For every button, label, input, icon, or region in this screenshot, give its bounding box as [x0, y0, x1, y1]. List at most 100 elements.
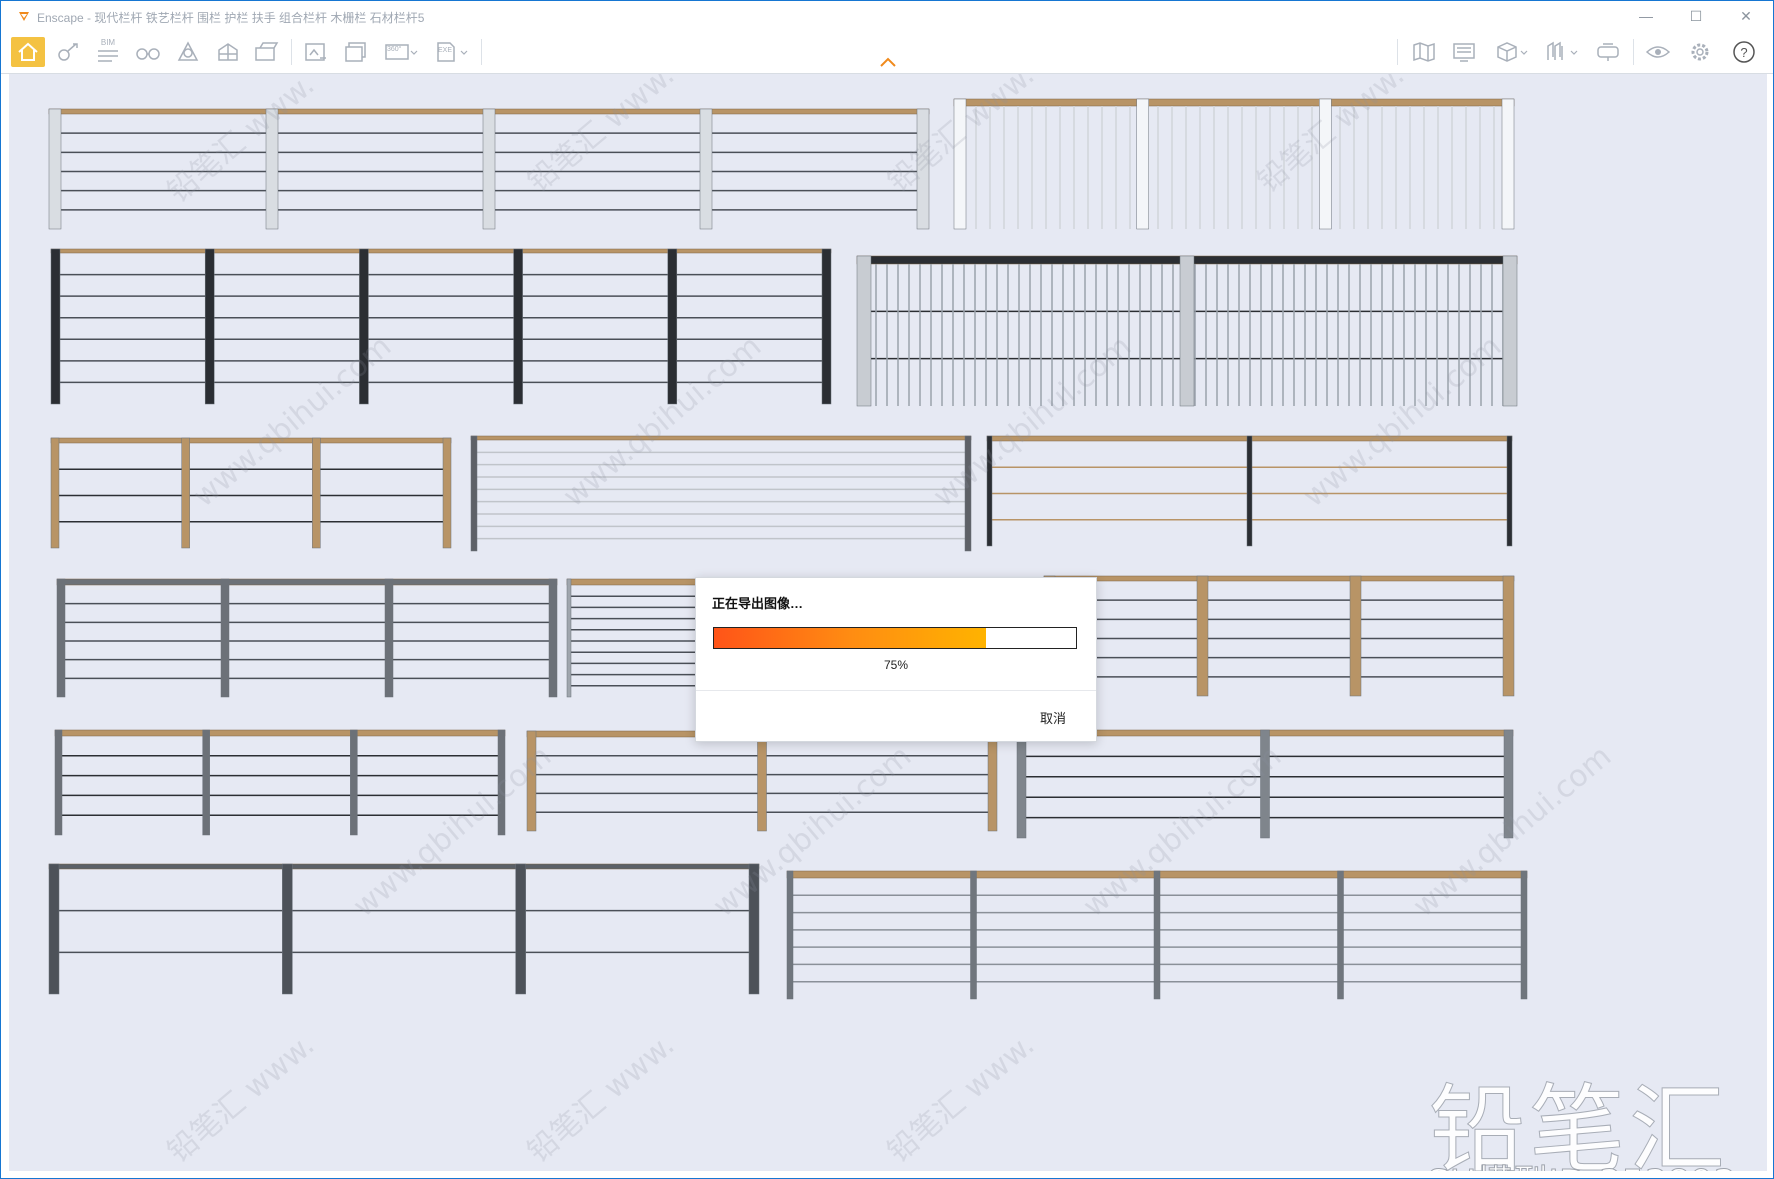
railing-post [970, 870, 977, 1000]
railing-post [1179, 255, 1195, 407]
railing-post [964, 435, 972, 552]
minimize-button[interactable]: — [1623, 5, 1669, 27]
toolbar-separator [1633, 39, 1634, 65]
railing-post [359, 248, 369, 405]
railing-handrail [953, 98, 1515, 107]
bim-icon[interactable]: BIM [93, 37, 123, 67]
toolbar-separator [1397, 39, 1398, 65]
progress-fill [714, 628, 986, 648]
exe-label: EXE [438, 47, 453, 54]
railing-handrail [470, 435, 972, 441]
maximize-button[interactable]: ☐ [1673, 5, 1719, 27]
railing-post [181, 437, 190, 549]
export-progress-dialog: 正在导出图像… 75% 取消 [695, 577, 1097, 742]
views-icon[interactable] [1541, 37, 1581, 67]
railing-post [56, 578, 66, 698]
railing-handrail [54, 729, 506, 737]
railing-post [1136, 98, 1149, 230]
railing-post [204, 248, 215, 405]
railing-post [48, 863, 60, 995]
railing-handrail [48, 863, 760, 870]
toolbar-separator [481, 39, 482, 65]
railing-post [856, 255, 872, 407]
railing-post [1503, 729, 1514, 839]
railing-post [54, 729, 63, 836]
railing-post [282, 863, 293, 995]
railing-post [497, 729, 506, 836]
railing-post [1319, 98, 1332, 230]
cancel-button[interactable]: 取消 [1040, 708, 1066, 727]
railing-post [526, 730, 537, 832]
railing-post [350, 729, 358, 836]
home-icon[interactable] [11, 37, 45, 67]
railing-post [312, 437, 321, 549]
railing-post [1246, 435, 1253, 547]
railing-post [50, 437, 60, 549]
railing-post [48, 108, 62, 230]
railing-post [916, 108, 930, 230]
railing-post [667, 248, 678, 405]
railing-post [1520, 870, 1528, 1000]
material-editor-icon[interactable] [213, 37, 243, 67]
walk-icon[interactable] [53, 37, 83, 67]
toolbar-separator [291, 39, 292, 65]
close-button[interactable]: ✕ [1723, 5, 1769, 27]
monitor-icon[interactable] [1449, 37, 1479, 67]
dialog-title: 正在导出图像… [712, 596, 804, 611]
railing-post [821, 248, 832, 405]
railing-handrail [56, 578, 558, 586]
railing-post [515, 863, 526, 995]
panorama-icon[interactable]: 360° [381, 37, 421, 67]
railing-post [50, 248, 61, 405]
eye-icon[interactable] [1643, 37, 1673, 67]
railing-post [1501, 98, 1515, 230]
railing-post [442, 437, 452, 549]
dialog-divider [696, 690, 1096, 691]
progress-percent: 75% [883, 658, 909, 672]
railing-post [757, 730, 767, 832]
railing-handrail [50, 437, 452, 444]
render-viewport[interactable]: 铅笔汇 www. 铅笔汇 www. 铅笔汇 www. 铅笔汇 www. www.… [9, 74, 1767, 1171]
railing-post [548, 578, 558, 698]
railing-post [1502, 255, 1518, 407]
railing-post [1016, 729, 1027, 839]
railing-post [699, 108, 713, 230]
railing-post [1196, 575, 1209, 697]
railing-post [1337, 870, 1344, 1000]
asset-library-icon[interactable] [173, 37, 203, 67]
railing-post [566, 578, 572, 698]
window-title: Enscape - 现代栏杆 铁艺栏杆 围栏 护栏 扶手 组合栏杆 木栅栏 石材… [37, 11, 425, 25]
screenshot-icon[interactable] [301, 37, 331, 67]
railing-post [470, 435, 478, 552]
batch-render-icon[interactable] [251, 37, 281, 67]
map-icon[interactable] [1409, 37, 1439, 67]
help-icon[interactable]: ? [1729, 37, 1759, 67]
toolbar: BIM 360° EXE ? [1, 31, 1773, 74]
panorama-label: 360° [387, 46, 402, 53]
railing-post [1502, 575, 1515, 697]
railing-post [1153, 870, 1161, 1000]
model-id-watermark: SU模型ID:353893 [1426, 1154, 1736, 1172]
railing-post [986, 435, 993, 547]
railing-post [202, 729, 210, 836]
railing-post [748, 863, 760, 995]
export-progress-bar [713, 627, 1077, 649]
collapse-toolbar-icon[interactable] [879, 57, 897, 67]
railing-post [987, 730, 998, 832]
vr-headset-icon[interactable] [1593, 37, 1623, 67]
railing-post [265, 108, 279, 230]
binoculars-icon[interactable] [133, 37, 163, 67]
enscape-window: Enscape - 现代栏杆 铁艺栏杆 围栏 护栏 扶手 组合栏杆 木栅栏 石材… [0, 0, 1774, 1179]
exe-export-icon[interactable]: EXE [431, 37, 471, 67]
cube-icon[interactable] [1491, 37, 1531, 67]
batch-export-icon[interactable] [341, 37, 371, 67]
title-bar: Enscape - 现代栏杆 铁艺栏杆 围栏 护栏 扶手 组合栏杆 木栅栏 石材… [1, 1, 1773, 31]
railing-post [1260, 729, 1270, 839]
railing-handrail [50, 248, 832, 254]
svg-text:?: ? [1740, 45, 1747, 60]
railing-handrail [1043, 575, 1515, 582]
railing-post [513, 248, 523, 405]
railing-post [953, 98, 967, 230]
railing-post [1349, 575, 1362, 697]
settings-icon[interactable] [1685, 37, 1715, 67]
